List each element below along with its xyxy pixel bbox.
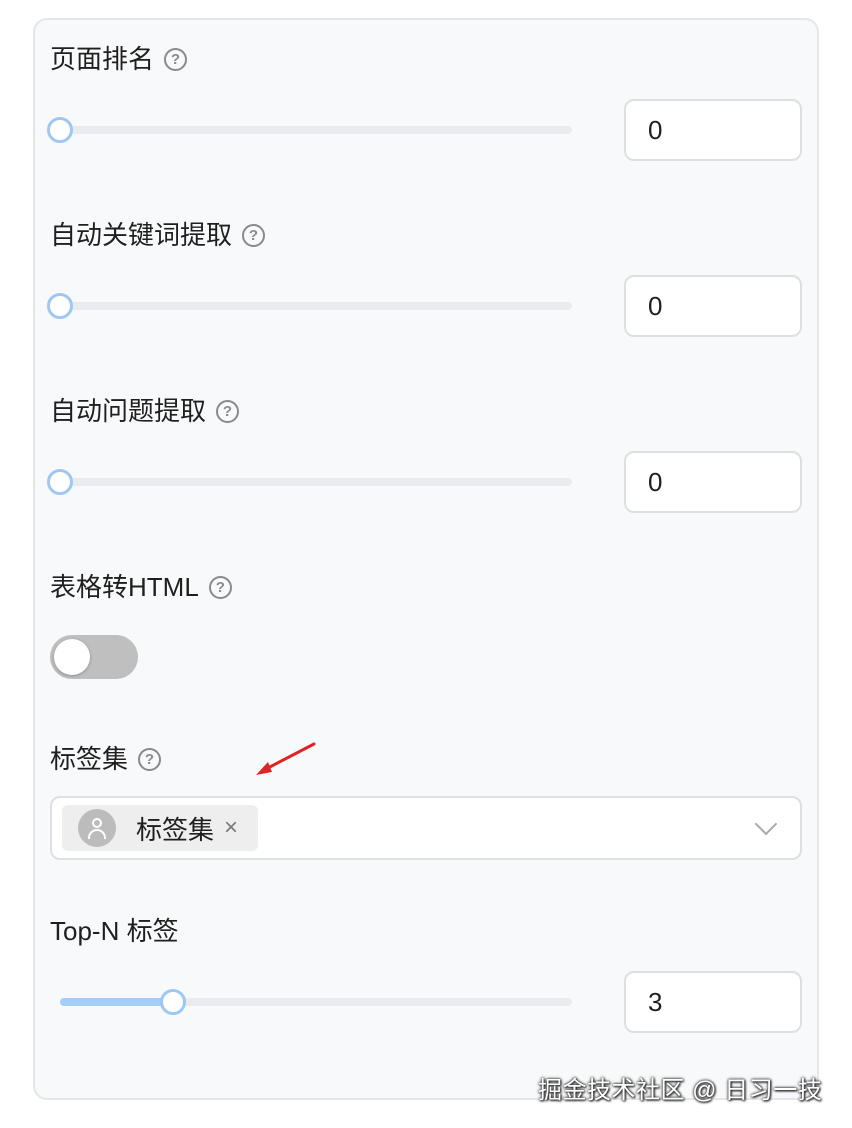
top-n-tags-label-text: Top-N 标签 (50, 916, 179, 946)
help-icon[interactable]: ? (242, 223, 266, 247)
user-avatar-icon (78, 809, 116, 847)
auto-questions-label: 自动问题提取 ? (50, 396, 240, 426)
slider-thumb[interactable] (47, 469, 73, 495)
help-icon[interactable]: ? (208, 575, 232, 599)
slider-thumb[interactable] (47, 293, 73, 319)
auto-keywords-label: 自动关键词提取 ? (50, 220, 266, 250)
watermark: 掘金技术社区 @ 日习一技 (538, 1077, 823, 1104)
auto-questions-label-text: 自动问题提取 (50, 396, 207, 426)
tag-set-label-text: 标签集 (50, 744, 129, 774)
auto-keywords-label-text: 自动关键词提取 (50, 220, 233, 250)
close-icon[interactable]: × (224, 814, 238, 842)
page-rank-label-text: 页面排名 (50, 44, 155, 74)
top-n-tags-slider[interactable] (60, 989, 572, 1015)
slider-thumb[interactable] (159, 989, 186, 1015)
table-to-html-label: 表格转HTML ? (50, 572, 232, 602)
selected-tag-chip: 标签集 × (62, 805, 258, 851)
page-rank-slider[interactable] (47, 117, 572, 143)
table-to-html-label-text: 表格转HTML (50, 572, 199, 602)
auto-keywords-slider[interactable] (47, 293, 572, 319)
chevron-down-icon[interactable] (754, 812, 778, 836)
auto-questions-input[interactable]: 0 (624, 451, 802, 513)
tag-set-select[interactable]: 标签集 × (50, 796, 802, 860)
page-rank-input[interactable]: 0 (624, 99, 802, 161)
top-n-tags-input[interactable]: 3 (624, 971, 802, 1033)
top-n-tags-label: Top-N 标签 (50, 916, 179, 946)
help-icon[interactable]: ? (216, 399, 240, 423)
tag-set-label: 标签集 ? (50, 744, 162, 774)
help-icon[interactable]: ? (138, 747, 162, 771)
auto-keywords-input[interactable]: 0 (624, 275, 802, 337)
toggle-knob (54, 639, 90, 675)
auto-questions-slider[interactable] (47, 469, 572, 495)
red-arrow-icon (256, 742, 316, 775)
page-rank-label: 页面排名 ? (50, 44, 188, 74)
slider-fill (60, 998, 173, 1006)
slider-thumb[interactable] (47, 117, 73, 143)
help-icon[interactable]: ? (164, 47, 188, 71)
tag-chip-label: 标签集 (136, 814, 215, 845)
table-to-html-toggle[interactable] (50, 635, 138, 679)
